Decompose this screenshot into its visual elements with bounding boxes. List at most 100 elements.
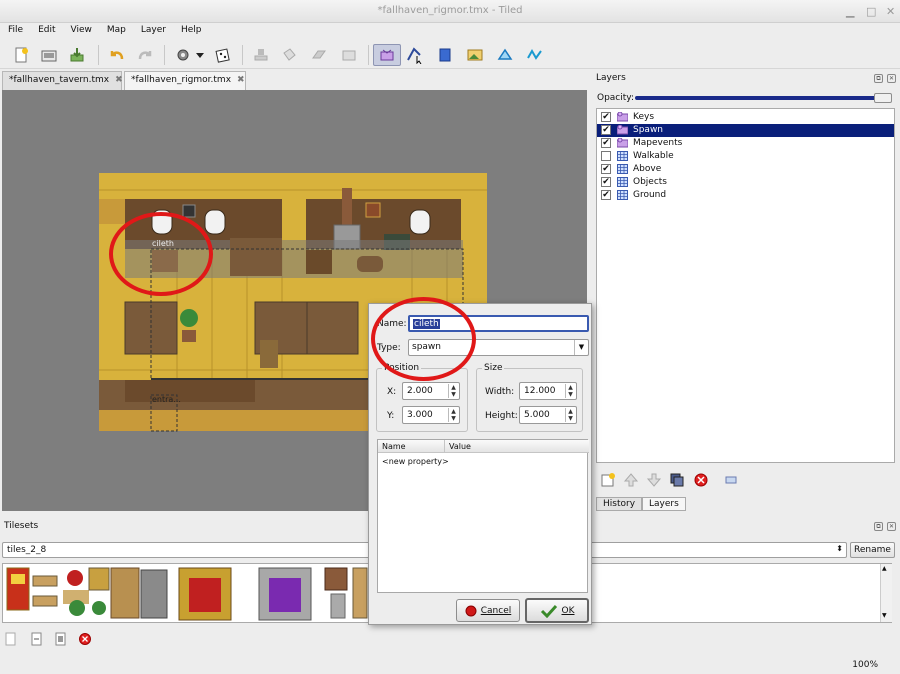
x-label: X: xyxy=(387,387,397,397)
spin-arrows-icon[interactable]: ▲ ▼ xyxy=(448,408,458,422)
spin-arrows-icon[interactable]: ▲ ▼ xyxy=(565,384,575,398)
layer-row-above[interactable]: ✔ Above xyxy=(597,163,894,176)
tile-layer-icon xyxy=(617,164,628,174)
opacity-slider-handle[interactable] xyxy=(874,93,892,103)
close-tab-icon[interactable]: ✖ xyxy=(237,75,245,85)
properties-table: Name Value <new property> xyxy=(377,439,589,593)
move-layer-up-icon[interactable] xyxy=(623,472,639,488)
new-property-row[interactable]: <new property> xyxy=(382,457,449,466)
tab-history[interactable]: History xyxy=(596,497,643,511)
panel-tabs: History Layers xyxy=(596,497,895,511)
menu-edit[interactable]: Edit xyxy=(30,23,62,35)
open-icon[interactable] xyxy=(38,44,60,66)
layer-row-objects[interactable]: ✔ Objects xyxy=(597,176,894,189)
tile-layer-icon xyxy=(617,151,628,161)
eraser-icon[interactable] xyxy=(308,44,330,66)
import-tileset-icon[interactable] xyxy=(30,632,44,646)
layer-visibility-checkbox[interactable]: ✔ xyxy=(601,177,611,187)
menu-bar: File Edit View Map Layer Help xyxy=(0,23,900,40)
object-label-entrance: entra... xyxy=(152,395,181,404)
highlight-ring-dialog xyxy=(371,297,476,381)
layer-visibility-checkbox[interactable]: ✔ xyxy=(601,164,611,174)
spin-arrows-icon[interactable]: ▲ ▼ xyxy=(565,408,575,422)
chevron-down-icon[interactable]: ▼ xyxy=(574,340,588,355)
polygon-icon[interactable] xyxy=(494,44,516,66)
move-layer-down-icon[interactable] xyxy=(646,472,662,488)
layer-visibility-checkbox[interactable]: ✔ xyxy=(601,112,611,122)
layer-row-mapevents[interactable]: ✔ Mapevents xyxy=(597,137,894,150)
menu-help[interactable]: Help xyxy=(173,23,209,35)
save-icon[interactable] xyxy=(66,44,88,66)
layer-name: Walkable xyxy=(633,151,674,161)
object-layer-icon xyxy=(617,125,628,135)
layer-row-walkable[interactable]: Walkable xyxy=(597,150,894,163)
document-tabs: *fallhaven_tavern.tmx ✖ *fallhaven_rigmor… xyxy=(0,70,590,90)
tileset-scrollbar[interactable]: ▲ ▼ xyxy=(880,564,892,622)
chevron-down-icon[interactable] xyxy=(194,44,206,66)
remove-tileset-icon[interactable] xyxy=(78,632,92,646)
layer-visibility-checkbox[interactable]: ✔ xyxy=(601,125,611,135)
duplicate-layer-icon[interactable] xyxy=(669,472,685,488)
ok-button[interactable]: OK xyxy=(525,598,589,623)
new-tileset-icon[interactable] xyxy=(4,632,18,646)
width-spinbox[interactable]: 12.000 ▲ ▼ xyxy=(519,382,577,400)
layer-name: Mapevents xyxy=(633,138,683,148)
layer-row-ground[interactable]: ✔ Ground xyxy=(597,189,894,202)
tab-layers[interactable]: Layers xyxy=(642,497,686,511)
rename-button[interactable]: Rename xyxy=(850,542,895,558)
maximize-icon[interactable]: □ xyxy=(866,5,876,18)
layer-visibility-checkbox[interactable]: ✔ xyxy=(601,138,611,148)
opacity-slider[interactable] xyxy=(635,96,890,100)
tile-object-icon[interactable] xyxy=(434,44,456,66)
scroll-up-icon[interactable]: ▲ xyxy=(882,565,887,572)
layer-row-spawn[interactable]: ✔ Spawn xyxy=(597,124,894,137)
undo-icon[interactable] xyxy=(106,44,128,66)
float-panel-icon[interactable]: ⧉ xyxy=(874,74,883,83)
remove-layer-icon[interactable] xyxy=(693,472,709,488)
x-spinbox-value: 2.000 xyxy=(407,386,433,396)
layer-list: ✔ Keys ✔ Spawn ✔ Mapevents Walkable ✔ Ab… xyxy=(596,108,895,463)
menu-view[interactable]: View xyxy=(63,23,99,35)
rect-select-icon[interactable] xyxy=(338,44,360,66)
layer-toolbar xyxy=(596,468,895,492)
menu-file[interactable]: File xyxy=(0,23,30,35)
add-layer-icon[interactable] xyxy=(600,472,616,488)
column-header-value[interactable]: Value xyxy=(445,440,589,453)
close-panel-icon[interactable]: ✕ xyxy=(887,522,896,531)
y-spinbox[interactable]: 3.000 ▲ ▼ xyxy=(402,406,460,424)
dice-icon[interactable] xyxy=(212,44,234,66)
edit-tileset-icon[interactable] xyxy=(54,632,68,646)
float-panel-icon[interactable]: ⧉ xyxy=(874,522,883,531)
object-layer-icon xyxy=(617,138,628,148)
checkmark-icon xyxy=(540,604,557,618)
edit-polygon-icon[interactable] xyxy=(404,44,426,66)
polyline-icon[interactable] xyxy=(524,44,546,66)
new-icon[interactable] xyxy=(10,44,32,66)
menu-map[interactable]: Map xyxy=(99,23,133,35)
insert-object-icon[interactable] xyxy=(373,44,401,66)
layer-visibility-checkbox[interactable]: ✔ xyxy=(601,190,611,200)
close-panel-icon[interactable]: ✕ xyxy=(887,74,896,83)
tab-fallhaven-tavern[interactable]: *fallhaven_tavern.tmx ✖ xyxy=(2,71,123,90)
layer-visibility-checkbox[interactable] xyxy=(601,151,611,161)
spin-arrows-icon[interactable]: ▲ ▼ xyxy=(448,384,458,398)
bucket-icon[interactable] xyxy=(278,44,300,66)
layer-name: Objects xyxy=(633,177,668,187)
minimize-icon[interactable]: ▁ xyxy=(846,5,854,18)
layer-properties-icon[interactable] xyxy=(723,472,739,488)
layer-row-keys[interactable]: ✔ Keys xyxy=(597,111,894,124)
close-tab-icon[interactable]: ✖ xyxy=(115,75,123,85)
tab-fallhaven-rigmor[interactable]: *fallhaven_rigmor.tmx ✖ xyxy=(124,71,246,90)
size-group-label: Size xyxy=(482,363,505,373)
scroll-down-icon[interactable]: ▼ xyxy=(882,612,887,619)
menu-layer[interactable]: Layer xyxy=(133,23,173,35)
close-icon[interactable]: ✕ xyxy=(886,5,895,18)
image-object-icon[interactable] xyxy=(464,44,486,66)
stamp-icon[interactable] xyxy=(250,44,272,66)
height-spinbox[interactable]: 5.000 ▲ ▼ xyxy=(519,406,577,424)
column-header-name[interactable]: Name xyxy=(378,440,445,453)
command-icon[interactable] xyxy=(172,44,194,66)
x-spinbox[interactable]: 2.000 ▲ ▼ xyxy=(402,382,460,400)
redo-icon[interactable] xyxy=(134,44,156,66)
cancel-button[interactable]: Cancel xyxy=(456,599,520,622)
